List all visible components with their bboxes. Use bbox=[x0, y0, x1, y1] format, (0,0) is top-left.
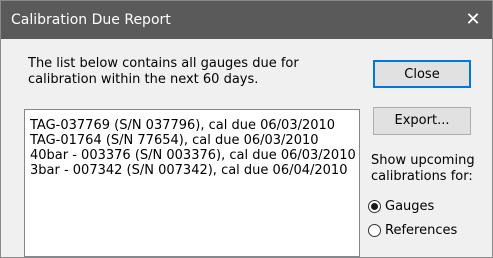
dialog-window: Calibration Due Report ✕ The list below … bbox=[0, 0, 493, 258]
gauges-radio-option[interactable]: Gauges bbox=[368, 197, 434, 215]
gauges-radio-label[interactable]: Gauges bbox=[385, 199, 434, 214]
list-item[interactable]: TAG-037769 (S/N 037796), cal due 06/03/2… bbox=[25, 118, 359, 133]
references-radio-label[interactable]: References bbox=[385, 223, 457, 238]
description-text: The list below contains all gauges due f… bbox=[28, 56, 299, 87]
list-item[interactable]: 40bar - 003376 (S/N 003376), cal due 06/… bbox=[25, 148, 359, 163]
title-bar[interactable]: Calibration Due Report ✕ bbox=[1, 1, 492, 39]
references-radio-button[interactable] bbox=[368, 223, 381, 237]
gauges-due-list[interactable]: TAG-037769 (S/N 037796), cal due 06/03/2… bbox=[24, 109, 360, 257]
gauges-radio-button[interactable] bbox=[368, 199, 381, 213]
close-button[interactable]: Close bbox=[373, 60, 471, 88]
list-item[interactable]: TAG-01764 (S/N 77654), cal due 06/03/201… bbox=[25, 133, 359, 148]
references-radio-option[interactable]: References bbox=[368, 221, 457, 239]
close-icon[interactable]: ✕ bbox=[463, 10, 483, 30]
window-title: Calibration Due Report bbox=[11, 12, 171, 28]
show-upcoming-label: Show upcoming calibrations for: bbox=[371, 153, 475, 184]
export-button[interactable]: Export... bbox=[373, 107, 471, 135]
list-item[interactable]: 3bar - 007342 (S/N 007342), cal due 06/0… bbox=[25, 163, 359, 178]
